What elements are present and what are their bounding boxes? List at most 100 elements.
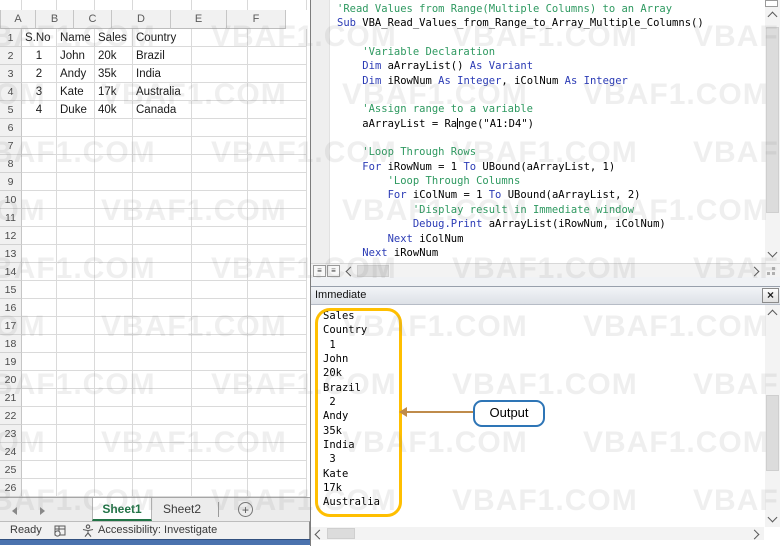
row-header[interactable]: 8 [0, 155, 22, 173]
cell[interactable] [22, 155, 57, 173]
cell[interactable] [248, 353, 307, 371]
scroll-down-icon[interactable] [767, 247, 778, 258]
cell[interactable] [248, 335, 307, 353]
row-header[interactable]: 12 [0, 227, 22, 245]
cell[interactable] [22, 173, 57, 191]
cell[interactable] [22, 227, 57, 245]
cell[interactable]: 3 [22, 83, 57, 101]
cell[interactable]: S.No [22, 29, 57, 47]
cell[interactable]: Andy [57, 65, 95, 83]
cell[interactable]: 40k [95, 101, 133, 119]
cell[interactable] [57, 407, 95, 425]
cell[interactable] [57, 281, 95, 299]
cell[interactable] [57, 245, 95, 263]
cell[interactable] [248, 83, 307, 101]
cell[interactable] [192, 263, 248, 281]
cell[interactable] [133, 209, 192, 227]
cell[interactable] [95, 371, 133, 389]
cell[interactable] [95, 173, 133, 191]
procedure-view-button[interactable]: ≡ [313, 265, 326, 277]
cell[interactable] [133, 155, 192, 173]
cell[interactable]: 20k [95, 47, 133, 65]
cell[interactable] [95, 281, 133, 299]
cell[interactable] [248, 209, 307, 227]
cell[interactable] [57, 317, 95, 335]
row-header[interactable]: 13 [0, 245, 22, 263]
cell[interactable] [95, 299, 133, 317]
cell[interactable] [95, 479, 133, 497]
cell[interactable] [57, 227, 95, 245]
cell[interactable] [192, 335, 248, 353]
cell[interactable] [192, 65, 248, 83]
cell[interactable] [57, 209, 95, 227]
cell[interactable] [57, 299, 95, 317]
row-header[interactable]: 16 [0, 299, 22, 317]
cell[interactable] [248, 317, 307, 335]
cell[interactable] [248, 389, 307, 407]
row-header[interactable]: 6 [0, 119, 22, 137]
cell[interactable] [192, 101, 248, 119]
cell[interactable] [192, 299, 248, 317]
cell[interactable] [248, 263, 307, 281]
cell[interactable] [95, 317, 133, 335]
cell[interactable] [192, 407, 248, 425]
cell[interactable] [95, 137, 133, 155]
row-header[interactable]: 20 [0, 371, 22, 389]
code-vscrollbar[interactable] [765, 0, 780, 263]
cell[interactable] [248, 173, 307, 191]
cell[interactable] [192, 317, 248, 335]
cell[interactable] [248, 479, 307, 497]
column-header[interactable]: A [1, 10, 36, 29]
cell[interactable] [95, 425, 133, 443]
row-header[interactable]: 22 [0, 407, 22, 425]
cell[interactable] [192, 227, 248, 245]
cell[interactable] [133, 263, 192, 281]
cell[interactable] [192, 29, 248, 47]
cell[interactable] [95, 461, 133, 479]
cell[interactable] [95, 155, 133, 173]
row-header[interactable]: 18 [0, 335, 22, 353]
full-module-view-button[interactable]: ≡ [327, 265, 340, 277]
column-header[interactable]: E [171, 10, 227, 29]
cell[interactable] [22, 263, 57, 281]
cell[interactable] [248, 407, 307, 425]
cell[interactable] [95, 443, 133, 461]
cell[interactable] [57, 263, 95, 281]
cell[interactable] [248, 137, 307, 155]
cell[interactable] [22, 389, 57, 407]
cell[interactable] [22, 119, 57, 137]
cell[interactable] [133, 407, 192, 425]
row-header[interactable]: 4 [0, 83, 22, 101]
column-header[interactable]: B [36, 10, 74, 29]
cell[interactable] [22, 299, 57, 317]
row-header[interactable]: 24 [0, 443, 22, 461]
cell[interactable] [57, 191, 95, 209]
immediate-vscrollbar[interactable] [765, 305, 780, 527]
split-handle[interactable] [765, 0, 778, 7]
cell[interactable] [192, 371, 248, 389]
select-all-corner[interactable] [0, 10, 1, 29]
row-header[interactable]: 15 [0, 281, 22, 299]
cell[interactable] [192, 137, 248, 155]
cell[interactable] [22, 443, 57, 461]
cell[interactable] [57, 461, 95, 479]
cell[interactable]: Country [133, 29, 192, 47]
cell[interactable] [133, 245, 192, 263]
row-header[interactable]: 7 [0, 137, 22, 155]
cell[interactable] [192, 83, 248, 101]
cell[interactable]: Australia [133, 83, 192, 101]
cell[interactable] [192, 47, 248, 65]
cell[interactable] [192, 425, 248, 443]
cell[interactable] [57, 173, 95, 191]
immediate-window[interactable]: Sales Country 1 John 20k Brazil 2 Andy 35k Indi… [311, 305, 780, 527]
cell[interactable] [248, 281, 307, 299]
cell[interactable] [22, 353, 57, 371]
cell[interactable] [192, 461, 248, 479]
cell[interactable] [192, 443, 248, 461]
cell[interactable] [133, 317, 192, 335]
cell[interactable] [192, 191, 248, 209]
cell[interactable] [57, 119, 95, 137]
scroll-right-icon[interactable] [749, 529, 760, 540]
cell[interactable] [95, 263, 133, 281]
cell[interactable] [133, 443, 192, 461]
